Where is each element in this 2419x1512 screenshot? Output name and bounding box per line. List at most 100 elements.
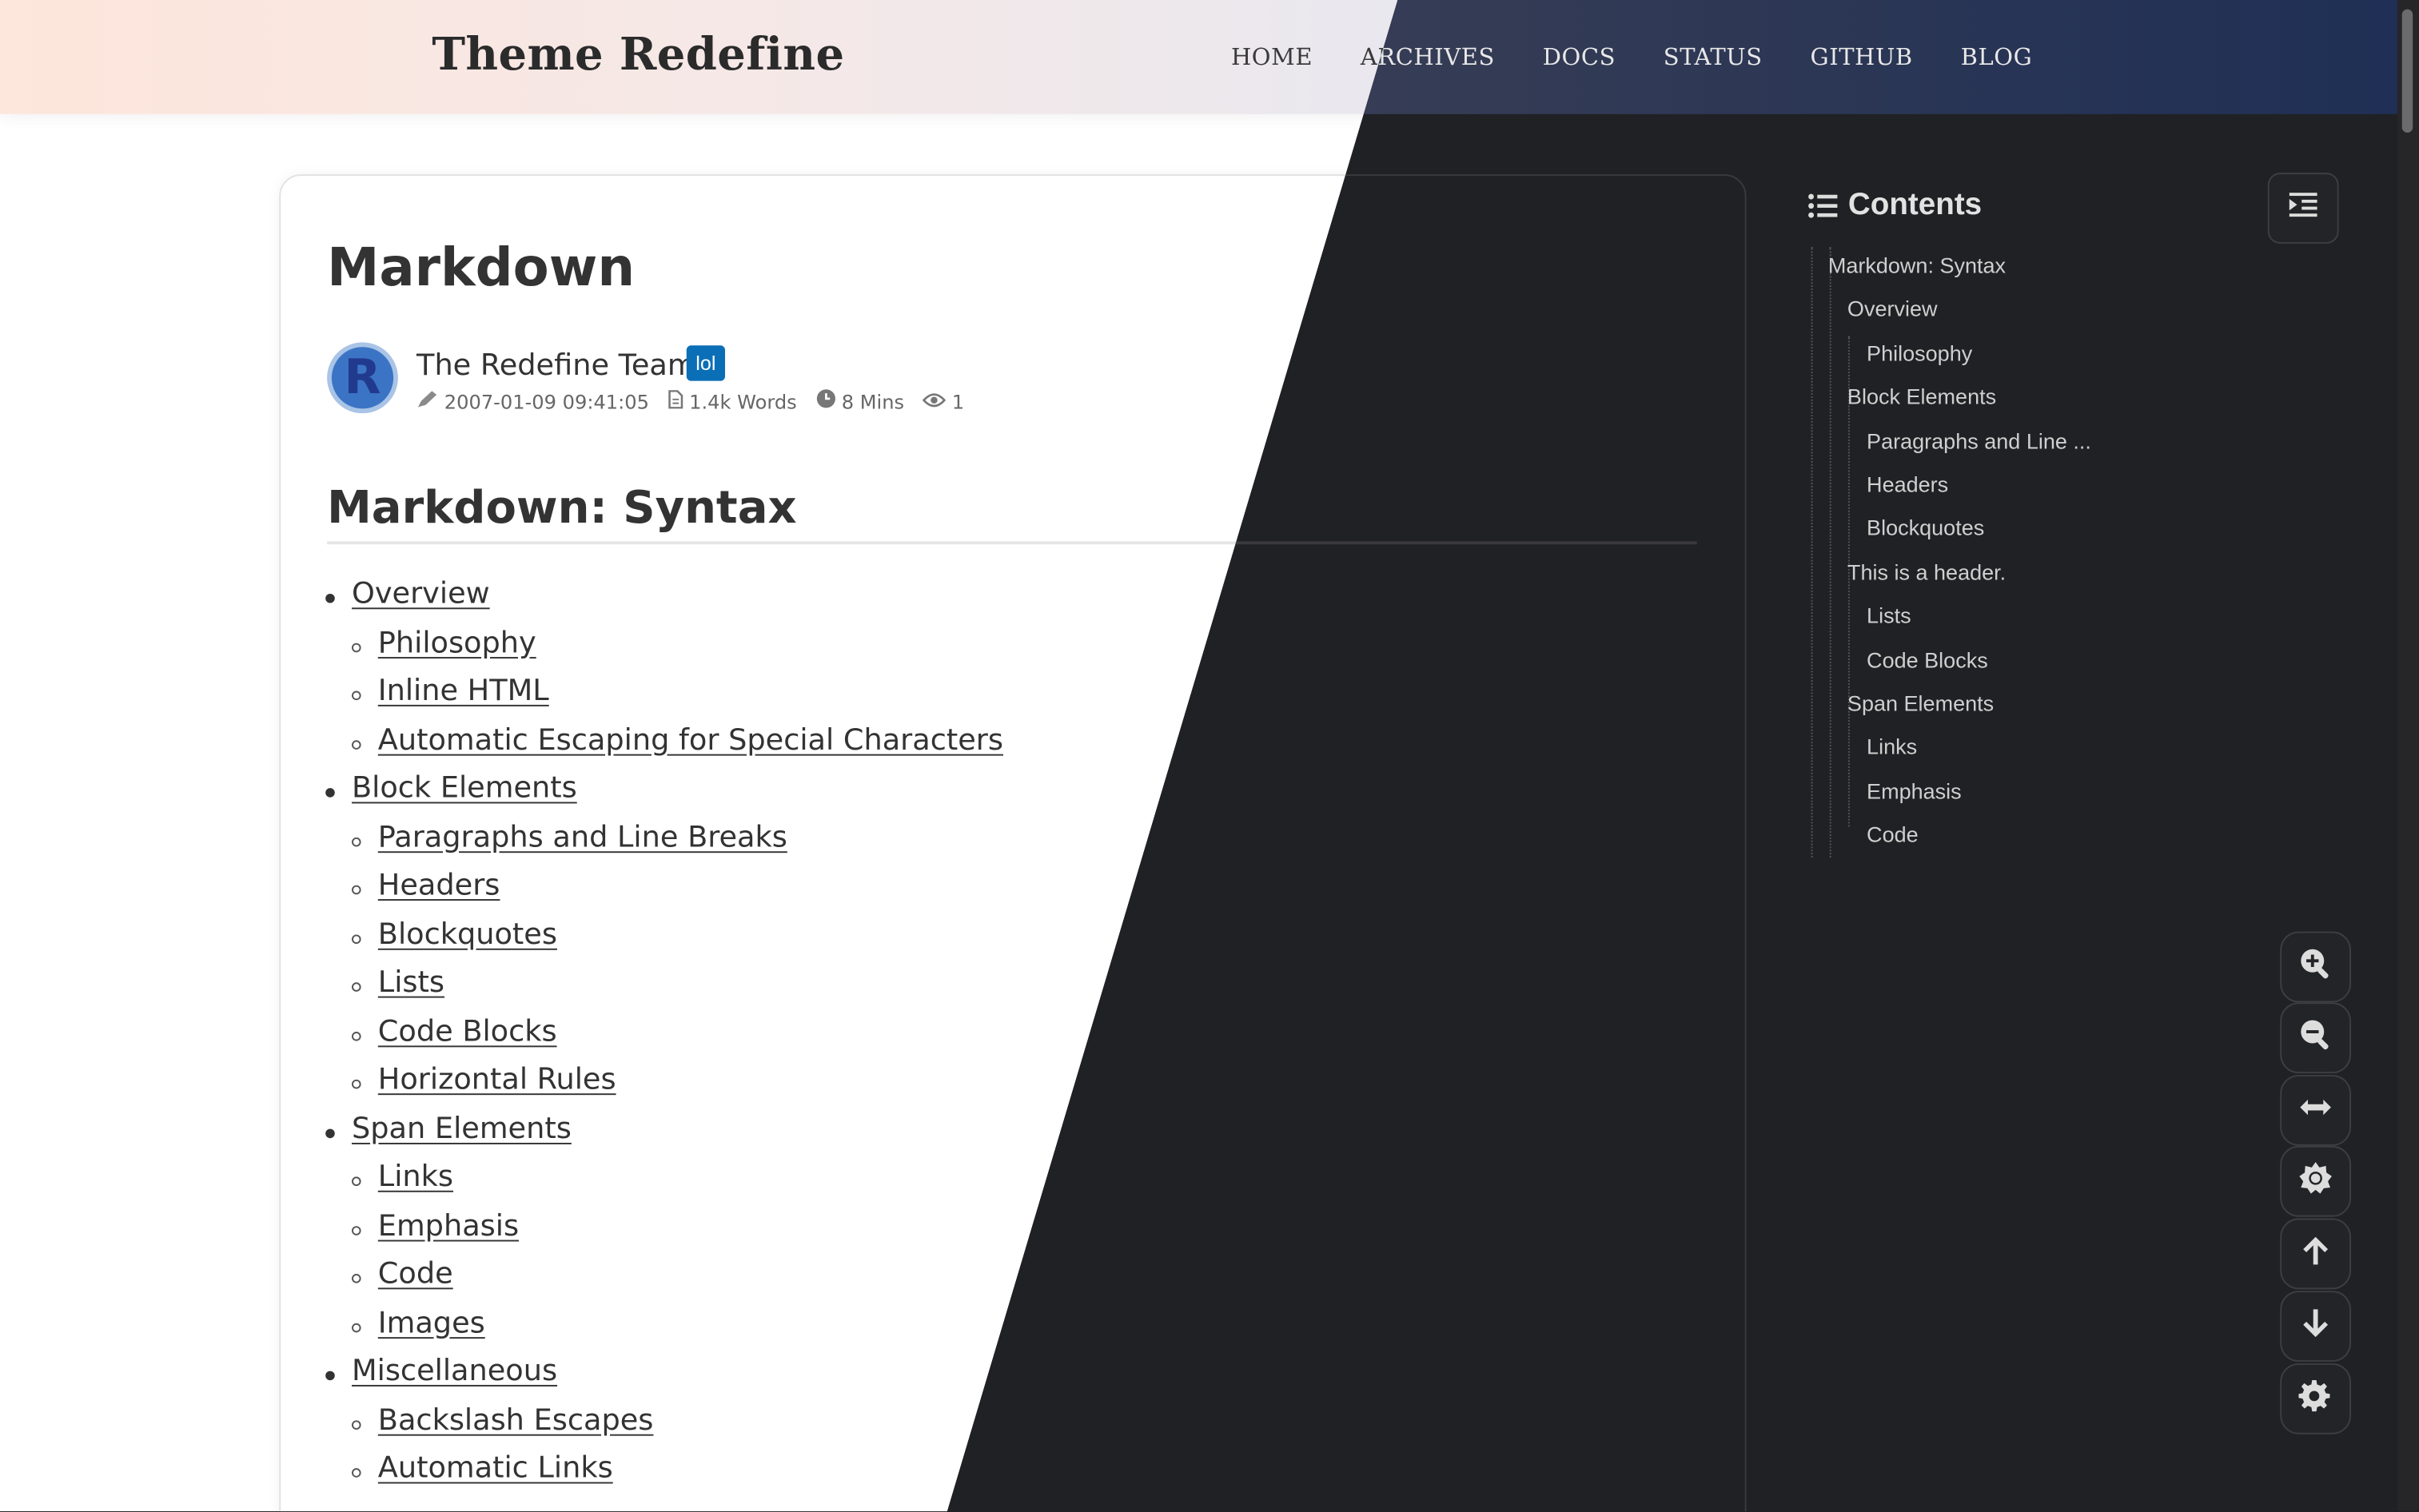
content-list-link[interactable]: Block Elements: [352, 771, 577, 805]
content-list-link[interactable]: Paragraphs and Line Breaks: [378, 820, 787, 853]
toc-item[interactable]: Paragraphs and Line ...: [1867, 428, 2091, 453]
list-bullet: [325, 1371, 335, 1381]
content-list-link[interactable]: Automatic Links: [378, 1451, 613, 1485]
scrollbar-track[interactable]: [2397, 0, 2419, 1512]
toc-item[interactable]: This is a header.: [1847, 559, 2006, 584]
content-list-link[interactable]: Lists: [378, 965, 444, 999]
toc-item[interactable]: Lists: [1867, 603, 1911, 628]
post-views: 1: [951, 389, 965, 413]
content-list-link[interactable]: Links: [378, 1160, 453, 1193]
toc-rail: [1811, 246, 1813, 857]
post-words: 1.4k Words: [689, 389, 797, 413]
nav-home[interactable]: HOME: [1231, 43, 1313, 71]
list-bullet: [325, 1128, 335, 1138]
content-list-link[interactable]: Inline HTML: [378, 674, 549, 707]
content-list-item: Span Elements: [352, 1111, 572, 1144]
content-list-link[interactable]: Blockquotes: [378, 917, 557, 950]
eye-icon: [922, 389, 946, 412]
list-bullet: [351, 982, 361, 992]
content-list-item: Lists: [378, 965, 444, 999]
toc-item[interactable]: Links: [1867, 734, 1917, 759]
arrow-up-icon: [2301, 1235, 2329, 1273]
avatar-letter: R: [344, 350, 381, 406]
toc-rail: [1829, 246, 1831, 857]
post-meta: 2007-01-09 09:41:05 1.4k Words 8 Mins 1: [416, 388, 982, 413]
zoom-in-button[interactable]: [2280, 931, 2352, 1003]
content-list-item: Automatic Escaping for Special Character…: [378, 722, 1003, 756]
clock-icon: [815, 388, 835, 413]
content-list-item: Philosophy: [378, 626, 536, 659]
content-list-link[interactable]: Horizontal Rules: [378, 1063, 616, 1096]
content-list-link[interactable]: Backslash Escapes: [378, 1403, 654, 1436]
avatar: R: [327, 342, 398, 414]
site-title[interactable]: Theme Redefine: [432, 28, 844, 81]
nav-docs-dark[interactable]: DOCS: [1543, 43, 1616, 71]
post-date: 2007-01-09 09:41:05: [444, 389, 649, 413]
nav-blog-dark[interactable]: BLOG: [1961, 43, 2033, 71]
list-bullet: [351, 1031, 361, 1040]
list-bullet: [351, 1468, 361, 1478]
list-bullet: [351, 1079, 361, 1089]
toc-item[interactable]: Emphasis: [1867, 778, 1962, 803]
indent-icon: [2288, 190, 2319, 225]
theme-toggle-button[interactable]: [2280, 1145, 2352, 1217]
nav-github-dark[interactable]: GITHUB: [1811, 43, 1913, 71]
arrow-down-icon: [2301, 1307, 2329, 1346]
content-list-item: Overview: [352, 577, 490, 611]
brightness-icon: [2298, 1160, 2332, 1202]
list-bullet: [351, 1419, 361, 1429]
toc-item[interactable]: Headers: [1867, 472, 1948, 497]
toc-item[interactable]: Markdown: Syntax: [1828, 253, 2006, 277]
toc-item[interactable]: Block Elements: [1847, 384, 1996, 409]
content-list-link[interactable]: Emphasis: [378, 1208, 519, 1242]
scroll-top-button[interactable]: [2280, 1218, 2352, 1290]
toc-toggle-button[interactable]: [2267, 173, 2339, 244]
toc-item[interactable]: Philosophy: [1867, 340, 1972, 365]
scrollbar-thumb[interactable]: [2401, 9, 2413, 133]
content-list-link[interactable]: Code Blocks: [378, 1014, 557, 1048]
content-list-item: Inline HTML: [378, 674, 549, 707]
toc-item[interactable]: Blockquotes: [1867, 515, 1984, 540]
list-bullet: [351, 1176, 361, 1187]
post-read-time: 8 Mins: [841, 389, 905, 413]
settings-gear-icon: [2298, 1378, 2332, 1419]
scroll-bottom-button[interactable]: [2280, 1291, 2352, 1363]
content-list-item: Blockquotes: [378, 917, 557, 950]
file-icon: [668, 388, 683, 412]
content-list-item: Code: [378, 1257, 453, 1291]
content-list-item: Paragraphs and Line Breaks: [378, 820, 787, 853]
list-bullet: [351, 885, 361, 895]
toc-item[interactable]: Code Blocks: [1867, 647, 1988, 672]
content-list-item: Automatic Links: [378, 1451, 613, 1485]
list-bullet: [351, 1274, 361, 1283]
content-list-link[interactable]: Overview: [352, 577, 490, 611]
settings-button[interactable]: [2280, 1363, 2352, 1434]
toc-item[interactable]: Overview: [1847, 296, 1938, 321]
list-bullet: [325, 788, 335, 798]
expand-width-button[interactable]: [2280, 1075, 2352, 1146]
post-title: Markdown: [327, 237, 636, 300]
content-list-link[interactable]: Automatic Escaping for Special Character…: [378, 722, 1003, 756]
content-list-link[interactable]: Images: [378, 1306, 485, 1339]
list-bullet: [351, 933, 361, 944]
content-list-item: Code Blocks: [378, 1014, 557, 1048]
nav-status-dark[interactable]: STATUS: [1664, 43, 1763, 71]
content-list-link[interactable]: Headers: [378, 868, 500, 901]
content-list-item: Backslash Escapes: [378, 1403, 654, 1436]
content-list-link[interactable]: Code: [378, 1257, 453, 1291]
content-list-item: Headers: [378, 868, 500, 901]
toc-item[interactable]: Span Elements: [1847, 691, 1994, 716]
list-bullet: [351, 836, 361, 846]
list-bullet: [351, 642, 361, 652]
toc-item[interactable]: Code: [1867, 822, 1919, 847]
section-heading: Markdown: Syntax: [327, 481, 797, 534]
list-bullet: [351, 690, 361, 701]
content-list-link[interactable]: Span Elements: [352, 1111, 572, 1144]
content-list-link[interactable]: Philosophy: [378, 626, 536, 659]
list-bullet: [351, 1322, 361, 1332]
content-list-item: Miscellaneous: [352, 1354, 557, 1387]
zoom-out-button[interactable]: [2280, 1002, 2352, 1074]
content-list-link[interactable]: Miscellaneous: [352, 1354, 557, 1387]
expand-width-icon: [2298, 1096, 2332, 1125]
content-list-item: Images: [378, 1306, 485, 1339]
